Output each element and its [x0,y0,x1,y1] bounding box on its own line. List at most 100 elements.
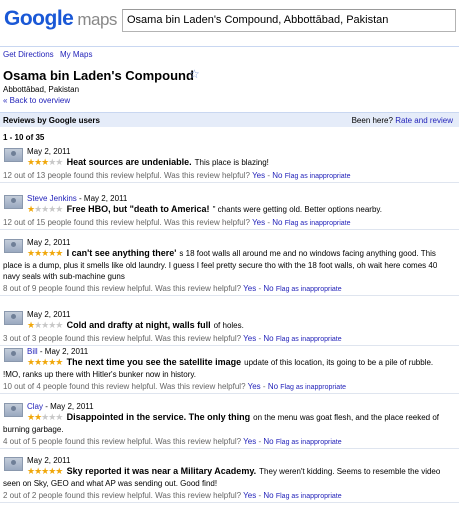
reviews-heading: Reviews by Google users [3,116,100,125]
helpful-separator: - [258,491,262,500]
review-text: on the menu was goat flesh, and the plac… [253,413,440,422]
helpful-no-link[interactable]: No [263,491,273,500]
helpful-question: Was this review helpful? [164,218,250,227]
review-headline: Sky reported it was near a Military Acad… [66,466,257,476]
get-directions-link[interactable]: Get Directions [3,50,54,59]
review-meta: Bill - May 2, 2011 [27,347,88,356]
helpful-yes-link[interactable]: Yes [252,171,265,180]
review-headline: The next time you see the satellite imag… [66,357,242,367]
user-avatar-icon[interactable] [4,457,23,471]
logo-g-letters: Google [4,7,74,30]
rating-stars: ★★★★★ [27,320,63,330]
rate-and-review-link[interactable]: Rate and review [395,116,453,125]
rating-stars: ★★★★★ [27,412,63,422]
helpful-no-link[interactable]: No [263,334,273,343]
helpful-yes-link[interactable]: Yes [243,491,256,500]
review-meta: May 2, 2011 [27,147,70,156]
rating-stars: ★★★★★ [27,248,63,258]
review-author-link[interactable]: Bill [27,347,38,356]
my-maps-link[interactable]: My Maps [60,50,92,59]
review-date: - May 2, 2011 [79,194,128,203]
review-text-line: !MO, ranks up there with Hitler's bunker… [3,370,197,379]
user-avatar-icon[interactable] [4,239,23,253]
helpful-no-link[interactable]: No [268,382,278,391]
user-avatar-icon[interactable] [4,195,23,209]
review-headline: Cold and drafty at night, walls full [66,320,211,330]
review-headline: Free HBO, but "death to America! [66,204,210,214]
review-date: May 2, 2011 [27,456,71,465]
review-text-line: burning garbage. [3,425,64,434]
flag-inappropriate-link[interactable]: Flag as inappropriate [276,336,342,343]
rating-stars: ★★★★★ [27,204,63,214]
helpful-no-link[interactable]: No [263,437,273,446]
star-outline-icon[interactable]: ☆ [189,67,200,81]
helpful-count: 4 out of 5 people found this review help… [3,437,153,446]
helpful-count: 3 out of 3 people found this review help… [3,334,153,343]
helpful-line: 12 out of 15 people found this review he… [3,218,351,227]
review-item: May 2, 2011 ★★★★★ Sky reported it was ne… [0,454,459,503]
nav-bar: Get Directions My Maps [0,46,459,61]
search-input[interactable]: Osama bin Laden's Compound, Abbottābad, … [122,9,456,32]
been-here-text: Been here? [351,116,393,125]
review-text-line: place is a dump, plus it smells like old… [3,261,438,270]
review-text: " chants were getting old. Better option… [212,205,383,214]
review-main-line: ★★★★★ I can't see anything there' s 18 fo… [27,248,455,259]
review-author-link[interactable]: Steve Jenkins [27,194,77,203]
helpful-question: Was this review helpful? [155,491,242,500]
flag-inappropriate-link[interactable]: Flag as inappropriate [280,384,346,391]
review-main-line: ★★★★★ Free HBO, but "death to America! " … [27,204,455,215]
pager-text: 1 - 10 of 35 [3,133,45,142]
helpful-separator: - [258,284,262,293]
rating-empty: ★★ [48,157,63,167]
review-meta: Clay - May 2, 2011 [27,402,94,411]
helpful-separator: - [258,334,262,343]
helpful-yes-link[interactable]: Yes [252,218,265,227]
review-text-line: seen on Sky, GEO and what AP was sending… [3,479,218,488]
flag-inappropriate-link[interactable]: Flag as inappropriate [285,173,351,180]
helpful-line: 10 out of 4 people found this review hel… [3,382,346,391]
rating-filled: ★★★★★ [27,357,63,367]
review-text: They weren't kidding. Seems to resemble … [259,467,441,476]
review-author-link[interactable]: Clay [27,402,43,411]
review-main-line: ★★★★★ Heat sources are undeniable. This p… [27,157,455,168]
helpful-no-link[interactable]: No [272,171,282,180]
rating-stars: ★★★★★ [27,157,63,167]
flag-inappropriate-link[interactable]: Flag as inappropriate [276,286,342,293]
user-avatar-icon[interactable] [4,403,23,417]
back-to-overview-link[interactable]: « Back to overview [3,96,70,105]
user-avatar-icon[interactable] [4,148,23,162]
user-avatar-icon[interactable] [4,311,23,325]
review-item: May 2, 2011 ★★★★★ I can't see anything t… [0,236,459,296]
helpful-no-link[interactable]: No [272,218,282,227]
helpful-question: Was this review helpful? [159,382,246,391]
helpful-separator: - [267,171,271,180]
place-location: Abbottābad, Pakistan [3,85,80,94]
top-bar: Google maps Osama bin Laden's Compound, A… [0,0,459,42]
logo-google-text: Google [4,7,74,30]
helpful-yes-link[interactable]: Yes [248,382,261,391]
helpful-yes-link[interactable]: Yes [243,437,256,446]
helpful-line: 8 out of 9 people found this review help… [3,284,342,293]
review-date: - May 2, 2011 [39,347,89,356]
helpful-yes-link[interactable]: Yes [243,334,256,343]
review-item: May 2, 2011 ★★★★★ Heat sources are unden… [0,145,459,183]
helpful-yes-link[interactable]: Yes [243,284,256,293]
flag-inappropriate-link[interactable]: Flag as inappropriate [276,493,342,500]
review-date: May 2, 2011 [27,310,71,319]
review-item: Bill - May 2, 2011 ★★★★★ The next time y… [0,345,459,394]
rating-empty: ★★★★ [34,204,63,214]
user-avatar-icon[interactable] [4,348,23,362]
review-headline: I can't see anything there' [66,248,177,258]
helpful-no-link[interactable]: No [263,284,273,293]
helpful-separator: - [267,218,271,227]
rating-filled: ★★★★★ [27,466,63,476]
google-maps-logo[interactable]: Google maps [4,4,117,35]
flag-inappropriate-link[interactable]: Flag as inappropriate [276,439,342,446]
flag-inappropriate-link[interactable]: Flag as inappropriate [285,220,351,227]
helpful-count: 10 out of 4 people found this review hel… [3,382,158,391]
helpful-question: Was this review helpful? [155,437,242,446]
review-text: This place is blazing! [194,158,269,167]
helpful-line: 3 out of 3 people found this review help… [3,334,342,343]
review-main-line: ★★★★★ Cold and drafty at night, walls fu… [27,320,455,331]
review-date: May 2, 2011 [27,147,71,156]
